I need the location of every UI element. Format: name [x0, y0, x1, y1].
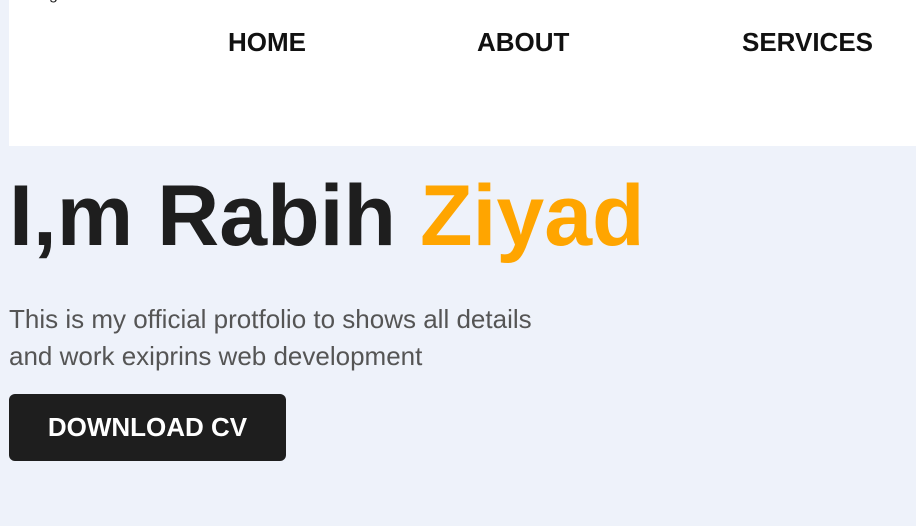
- hero-title-accent-name: Ziyad: [419, 168, 645, 264]
- top-navbar: g HOME ABOUT SERVICES: [9, 0, 916, 146]
- hero-description: This is my official protfolio to shows a…: [9, 304, 532, 371]
- hero-title: I,m Rabih Ziyad: [9, 168, 645, 264]
- nav-link-about[interactable]: ABOUT: [477, 27, 569, 58]
- download-cv-button[interactable]: DOWNLOAD CV: [9, 394, 286, 461]
- hero-title-prefix: I,m Rabih: [9, 168, 420, 264]
- logo-text[interactable]: g: [49, 0, 58, 4]
- nav-link-home[interactable]: HOME: [228, 27, 306, 58]
- portfolio-page: g HOME ABOUT SERVICES I,m Rabih Ziyad Th…: [0, 0, 916, 526]
- nav-link-services[interactable]: SERVICES: [742, 27, 873, 58]
